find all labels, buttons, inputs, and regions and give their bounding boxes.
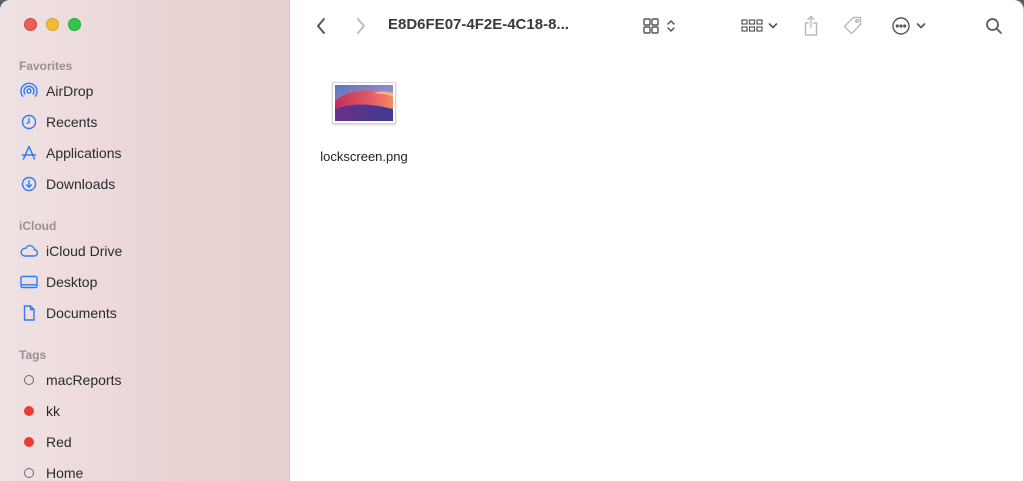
sidebar-item-label: macReports bbox=[46, 372, 122, 388]
airdrop-icon bbox=[19, 82, 39, 100]
sidebar-item-label: Desktop bbox=[46, 274, 98, 290]
file-item[interactable]: lockscreen.png bbox=[312, 82, 416, 164]
share-icon bbox=[804, 15, 818, 36]
document-icon bbox=[19, 304, 39, 322]
share-button[interactable] bbox=[800, 13, 822, 39]
search-icon bbox=[986, 18, 1002, 34]
file-name: lockscreen.png bbox=[320, 149, 408, 164]
window-title: E8D6FE07-4F2E-4C18-8... bbox=[388, 16, 569, 33]
minimize-button[interactable] bbox=[46, 18, 59, 31]
group-icon bbox=[740, 19, 763, 32]
red-tag-dot-icon bbox=[19, 402, 39, 420]
close-button[interactable] bbox=[24, 18, 37, 31]
favorites-section-title: Favorites bbox=[19, 59, 73, 73]
sidebar-item-recents[interactable]: Recents bbox=[19, 111, 97, 133]
more-actions-button[interactable] bbox=[887, 13, 929, 39]
sidebar-item-icloud-drive[interactable]: iCloud Drive bbox=[19, 240, 122, 262]
image-thumbnail bbox=[332, 82, 396, 124]
clock-icon bbox=[19, 113, 39, 131]
sidebar-item-label: kk bbox=[46, 403, 60, 419]
tags-section-title: Tags bbox=[19, 348, 47, 362]
chevron-left-icon bbox=[317, 18, 325, 34]
sidebar-tag-kk[interactable]: kk bbox=[19, 400, 60, 422]
sidebar-item-label: Downloads bbox=[46, 176, 116, 192]
sidebar-tag-red[interactable]: Red bbox=[19, 431, 72, 453]
red-tag-dot-icon bbox=[19, 433, 39, 451]
sidebar-tag-home[interactable]: Home bbox=[19, 462, 83, 481]
sidebar-item-label: Home bbox=[46, 465, 84, 481]
back-button[interactable] bbox=[310, 13, 332, 39]
tag-icon bbox=[843, 16, 862, 35]
sidebar-item-documents[interactable]: Documents bbox=[19, 302, 117, 324]
applications-icon bbox=[19, 144, 39, 162]
view-mode-button[interactable] bbox=[638, 13, 680, 39]
sidebar-item-label: Red bbox=[46, 434, 72, 450]
sidebar: Favorites AirDrop Recents Applications D… bbox=[0, 0, 290, 481]
desktop-icon bbox=[19, 273, 39, 291]
grid-view-icon bbox=[643, 18, 659, 34]
tag-circle-icon bbox=[19, 371, 39, 389]
forward-button[interactable] bbox=[350, 13, 372, 39]
sidebar-item-label: Recents bbox=[46, 114, 98, 130]
chevron-updown-icon bbox=[667, 20, 675, 32]
sidebar-item-label: Applications bbox=[46, 145, 122, 161]
ellipsis-circle-icon bbox=[891, 17, 910, 35]
chevron-down-icon bbox=[768, 23, 777, 29]
file-area: lockscreen.png bbox=[290, 52, 1023, 481]
cloud-icon bbox=[19, 242, 39, 260]
sidebar-item-desktop[interactable]: Desktop bbox=[19, 271, 97, 293]
sidebar-item-airdrop[interactable]: AirDrop bbox=[19, 80, 93, 102]
sidebar-item-label: Documents bbox=[46, 305, 117, 321]
chevron-down-icon bbox=[916, 23, 925, 29]
tag-circle-icon bbox=[19, 464, 39, 481]
search-button[interactable] bbox=[982, 13, 1006, 39]
icloud-section-title: iCloud bbox=[19, 219, 57, 233]
tag-button[interactable] bbox=[840, 13, 866, 39]
sidebar-item-downloads[interactable]: Downloads bbox=[19, 173, 115, 195]
download-icon bbox=[19, 175, 39, 193]
wallpaper-thumbnail-icon bbox=[335, 85, 393, 121]
window-controls bbox=[24, 18, 81, 31]
sidebar-item-label: iCloud Drive bbox=[46, 243, 123, 259]
group-button[interactable] bbox=[737, 13, 781, 39]
sidebar-tag-macreports[interactable]: macReports bbox=[19, 369, 121, 391]
sidebar-item-label: AirDrop bbox=[46, 83, 94, 99]
zoom-button[interactable] bbox=[68, 18, 81, 31]
finder-window: Favorites AirDrop Recents Applications D… bbox=[0, 0, 1024, 481]
sidebar-item-applications[interactable]: Applications bbox=[19, 142, 122, 164]
chevron-right-icon bbox=[357, 18, 365, 34]
